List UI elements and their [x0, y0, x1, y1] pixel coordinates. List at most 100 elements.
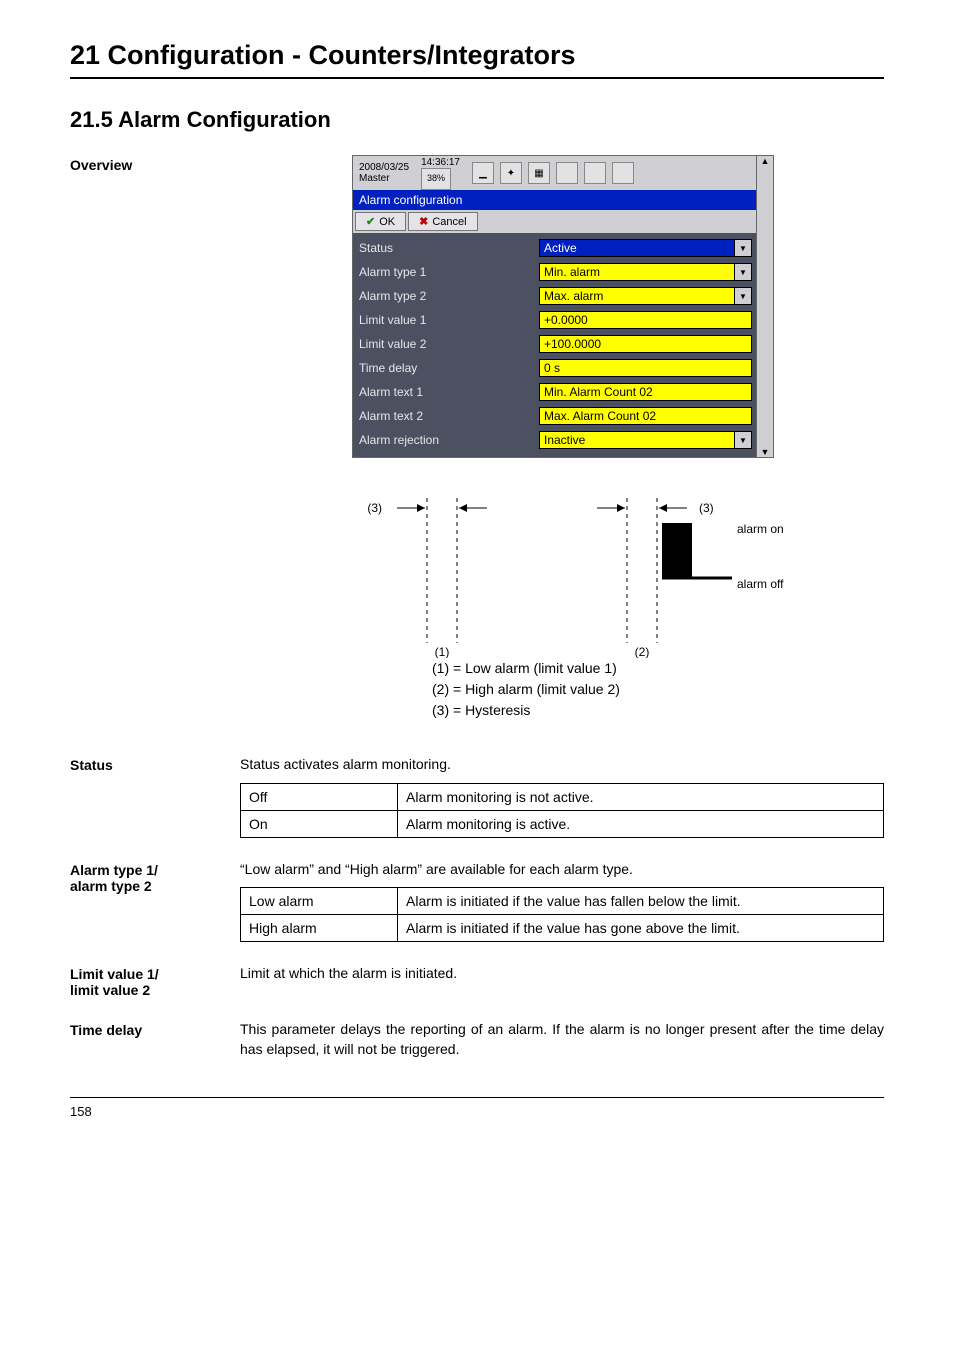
alarm-type-text: “Low alarm” and “High alarm” are availab… — [240, 860, 884, 880]
dialog-row-label: Alarm rejection — [357, 433, 539, 447]
chevron-down-icon[interactable]: ▼ — [735, 239, 752, 257]
dialog-row-label: Status — [357, 241, 539, 255]
table-cell-key: High alarm — [241, 915, 398, 942]
dialog-field-value[interactable]: Inactive — [539, 431, 735, 449]
status-bars-icon: ▁ — [472, 162, 494, 184]
dialog-row-label: Alarm type 2 — [357, 289, 539, 303]
status-gear-icon: ✦ — [500, 162, 522, 184]
dialog-field-value[interactable]: Active — [539, 239, 735, 257]
dialog-header-time: 14:36:17 — [421, 157, 460, 168]
table-cell-value: Alarm monitoring is active. — [398, 810, 884, 837]
label-overview: Overview — [70, 155, 240, 173]
dialog-row-label: Limit value 2 — [357, 337, 539, 351]
dialog-row-field[interactable]: Active▼ — [539, 239, 752, 257]
dialog-row-label: Time delay — [357, 361, 539, 375]
dialog-field-value[interactable]: +0.0000 — [539, 311, 752, 329]
diagram-legend-1: (1) = Low alarm (limit value 1) — [432, 658, 812, 679]
section-title: 21.5 Alarm Configuration — [70, 107, 884, 133]
dialog-field-value[interactable]: Max. alarm — [539, 287, 735, 305]
diagram-legend: (1) = Low alarm (limit value 1) (2) = Hi… — [432, 658, 812, 721]
dialog-field-value[interactable]: Max. Alarm Count 02 — [539, 407, 752, 425]
limit-value-text: Limit at which the alarm is initiated. — [240, 964, 884, 984]
dialog-row: Alarm type 1Min. alarm▼ — [357, 261, 752, 283]
table-cell-key: Off — [241, 783, 398, 810]
diagram-legend-3: (3) = Hysteresis — [432, 700, 812, 721]
chevron-down-icon[interactable]: ▼ — [735, 431, 752, 449]
dialog-row: Alarm text 1Min. Alarm Count 02 — [357, 381, 752, 403]
label-status: Status — [70, 755, 240, 773]
dialog-row-field[interactable]: +100.0000 — [539, 335, 752, 353]
dialog-row-label: Alarm type 1 — [357, 265, 539, 279]
chapter-rule — [70, 77, 884, 79]
dialog-row: Limit value 2+100.0000 — [357, 333, 752, 355]
dialog-row-field[interactable]: Min. Alarm Count 02 — [539, 383, 752, 401]
dialog-row: Alarm text 2Max. Alarm Count 02 — [357, 405, 752, 427]
dialog-row: Alarm type 2Max. alarm▼ — [357, 285, 752, 307]
dialog-row-field[interactable]: +0.0000 — [539, 311, 752, 329]
dialog-body: StatusActive▼Alarm type 1Min. alarm▼Alar… — [353, 233, 756, 457]
dialog-row-label: Limit value 1 — [357, 313, 539, 327]
diagram-marker-2: (2) — [635, 645, 650, 658]
dialog-row: Alarm rejectionInactive▼ — [357, 429, 752, 451]
label-limit-value: Limit value 1/ limit value 2 — [70, 964, 240, 998]
footer-rule — [70, 1097, 884, 1098]
dialog-row-field[interactable]: Max. Alarm Count 02 — [539, 407, 752, 425]
dialog-row-field[interactable]: 0 s — [539, 359, 752, 377]
dialog-header-master: Master — [359, 173, 409, 184]
dialog-field-value[interactable]: Min. alarm — [539, 263, 735, 281]
dialog-row: StatusActive▼ — [357, 237, 752, 259]
diagram-alarm-off: alarm off — [737, 577, 784, 591]
dialog-field-value[interactable]: +100.0000 — [539, 335, 752, 353]
page-number: 158 — [70, 1104, 884, 1119]
chevron-down-icon[interactable]: ▼ — [735, 287, 752, 305]
scroll-down-icon[interactable]: ▼ — [757, 447, 773, 457]
label-alarm-type: Alarm type 1/ alarm type 2 — [70, 860, 240, 894]
chevron-down-icon[interactable]: ▼ — [735, 263, 752, 281]
status-text: Status activates alarm monitoring. — [240, 755, 884, 775]
dialog-header: 2008/03/25 Master 14:36:17 38% ▁ ✦ — [353, 156, 756, 190]
label-time-delay: Time delay — [70, 1020, 240, 1038]
dialog-toolbar: ✔ OK ✖ Cancel — [353, 210, 756, 233]
dialog-row-field[interactable]: Inactive▼ — [539, 431, 752, 449]
status-disk-icon: ▦ — [528, 162, 550, 184]
table-cell-value: Alarm is initiated if the value has fall… — [398, 888, 884, 915]
alarm-config-dialog: 2008/03/25 Master 14:36:17 38% ▁ ✦ — [352, 155, 774, 458]
hysteresis-diagram: (3) (3) alarm on alarm off (1) (2) — [327, 488, 797, 658]
status-blank1-icon — [556, 162, 578, 184]
dialog-row: Limit value 1+0.0000 — [357, 309, 752, 331]
battery-badge-icon: 38% — [421, 168, 451, 190]
chapter-title: 21 Configuration - Counters/Integrators — [70, 40, 884, 71]
cancel-button[interactable]: ✖ Cancel — [408, 212, 477, 231]
scroll-up-icon[interactable]: ▲ — [757, 156, 773, 166]
diagram-legend-2: (2) = High alarm (limit value 2) — [432, 679, 812, 700]
status-blank2-icon — [584, 162, 606, 184]
ok-button-label: OK — [379, 216, 395, 228]
table-row: Low alarmAlarm is initiated if the value… — [241, 888, 884, 915]
dialog-row-field[interactable]: Min. alarm▼ — [539, 263, 752, 281]
alarm-type-table: Low alarmAlarm is initiated if the value… — [240, 887, 884, 942]
dialog-field-value[interactable]: 0 s — [539, 359, 752, 377]
diagram-marker-1: (1) — [435, 645, 450, 658]
dialog-titlebar: Alarm configuration — [353, 190, 756, 210]
dialog-field-value[interactable]: Min. Alarm Count 02 — [539, 383, 752, 401]
ok-button[interactable]: ✔ OK — [355, 212, 406, 231]
status-blank3-icon — [612, 162, 634, 184]
table-cell-value: Alarm monitoring is not active. — [398, 783, 884, 810]
table-row: OnAlarm monitoring is active. — [241, 810, 884, 837]
dialog-row-label: Alarm text 2 — [357, 409, 539, 423]
diagram-marker-3-left: (3) — [367, 501, 382, 515]
dialog-row-label: Alarm text 1 — [357, 385, 539, 399]
table-row: High alarmAlarm is initiated if the valu… — [241, 915, 884, 942]
diagram-marker-3-right: (3) — [699, 501, 714, 515]
dialog-row: Time delay0 s — [357, 357, 752, 379]
check-icon: ✔ — [366, 215, 375, 228]
table-cell-value: Alarm is initiated if the value has gone… — [398, 915, 884, 942]
time-delay-text: This parameter delays the reporting of a… — [240, 1020, 884, 1059]
dialog-header-date: 2008/03/25 — [359, 162, 409, 173]
dialog-scrollbar[interactable]: ▲ ▼ — [756, 156, 773, 457]
table-cell-key: On — [241, 810, 398, 837]
cancel-button-label: Cancel — [432, 216, 466, 228]
table-cell-key: Low alarm — [241, 888, 398, 915]
cross-icon: ✖ — [419, 215, 428, 228]
dialog-row-field[interactable]: Max. alarm▼ — [539, 287, 752, 305]
